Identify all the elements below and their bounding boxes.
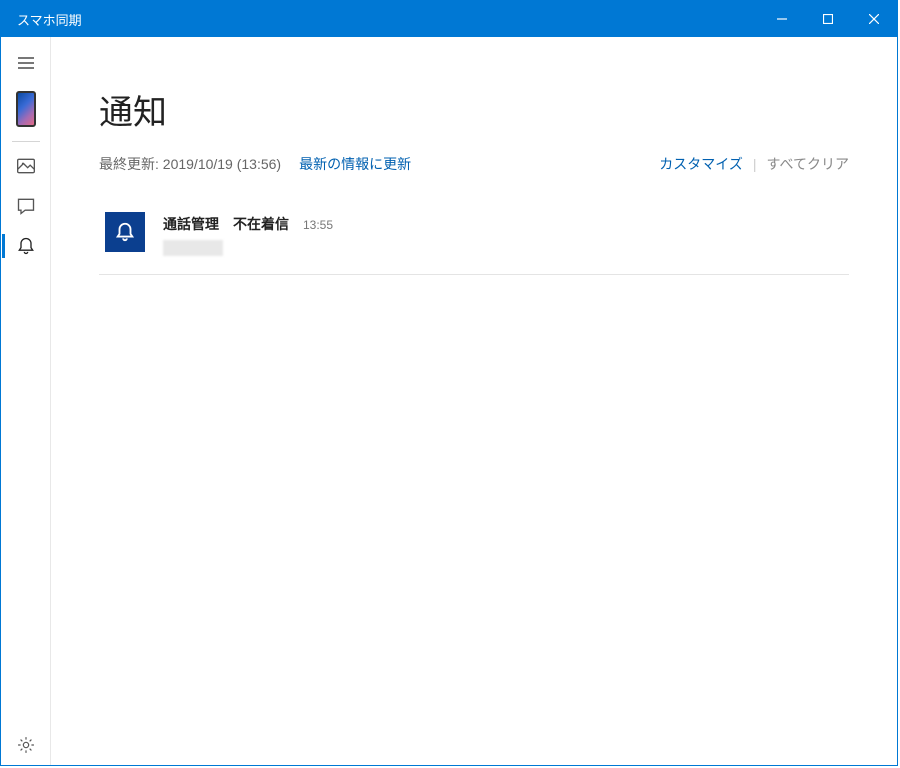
- sidebar: [1, 37, 51, 765]
- sidebar-item-phone[interactable]: [2, 83, 50, 135]
- notification-detail-redacted: [163, 240, 223, 256]
- notification-header: 通話管理 不在着信 13:55: [163, 214, 843, 234]
- gear-icon: [16, 735, 36, 755]
- bell-icon: [16, 236, 36, 256]
- sidebar-item-menu[interactable]: [2, 43, 50, 83]
- sidebar-item-photos[interactable]: [2, 146, 50, 186]
- sidebar-item-notifications[interactable]: [2, 226, 50, 266]
- app-window: スマホ同期: [0, 0, 898, 766]
- notification-time: 13:55: [303, 218, 333, 232]
- window-controls: [759, 1, 897, 37]
- close-button[interactable]: [851, 1, 897, 37]
- minimize-icon: [777, 14, 787, 24]
- subheader: 最終更新: 2019/10/19 (13:56) 最新の情報に更新 カスタマイズ…: [99, 154, 849, 174]
- notification-app-icon: [105, 212, 145, 252]
- titlebar: スマホ同期: [1, 1, 897, 37]
- notification-item[interactable]: 通話管理 不在着信 13:55: [99, 202, 849, 275]
- notification-list: 通話管理 不在着信 13:55: [99, 202, 849, 275]
- app-body: 通知 最終更新: 2019/10/19 (13:56) 最新の情報に更新 カスタ…: [1, 37, 897, 765]
- window-title: スマホ同期: [17, 10, 759, 29]
- customize-link[interactable]: カスタマイズ: [659, 154, 743, 174]
- sidebar-item-messages[interactable]: [2, 186, 50, 226]
- maximize-button[interactable]: [805, 1, 851, 37]
- sidebar-item-settings[interactable]: [2, 725, 50, 765]
- maximize-icon: [823, 14, 833, 24]
- notification-title: 不在着信: [233, 214, 289, 234]
- sidebar-divider: [12, 141, 40, 142]
- photo-icon: [16, 156, 36, 176]
- page-title: 通知: [99, 85, 849, 134]
- separator: |: [753, 156, 757, 172]
- clear-all-link[interactable]: すべてクリア: [767, 154, 849, 174]
- phone-icon: [16, 91, 36, 127]
- minimize-button[interactable]: [759, 1, 805, 37]
- subheader-right: カスタマイズ | すべてクリア: [659, 154, 849, 174]
- close-icon: [869, 14, 879, 24]
- chat-icon: [16, 196, 36, 216]
- main-content: 通知 最終更新: 2019/10/19 (13:56) 最新の情報に更新 カスタ…: [51, 37, 897, 765]
- last-updated-text: 最終更新: 2019/10/19 (13:56): [99, 154, 281, 174]
- hamburger-icon: [17, 54, 35, 72]
- notification-body: 通話管理 不在着信 13:55: [163, 212, 843, 256]
- notification-app-name: 通話管理: [163, 214, 219, 234]
- bell-icon: [114, 221, 136, 243]
- refresh-link[interactable]: 最新の情報に更新: [299, 154, 411, 174]
